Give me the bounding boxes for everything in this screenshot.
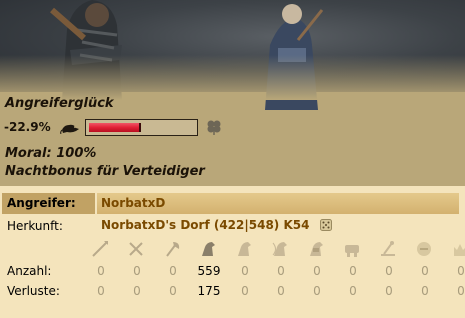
spear-icon [90,239,112,259]
unit-count-cell: 0 [133,264,141,278]
unit-icons-row [2,239,465,261]
unit-loss-cell: 0 [241,284,249,298]
origin-label: Herkunft: [7,219,63,233]
unit-loss-cell: 0 [385,284,393,298]
unit-loss-cell: 0 [421,284,429,298]
unit-loss-cell: 0 [133,284,141,298]
unit-count-cell: 0 [385,264,393,278]
unit-count-cell: 0 [241,264,249,278]
unit-loss-cell: 0 [169,284,177,298]
sword-icon [126,239,148,259]
count-row: Anzahl: 0 0 0 559 0 0 0 0 0 0 0 [2,264,465,282]
moral-text: Moral: 100% [5,146,97,161]
unit-count-cell: 559 [197,264,221,278]
luck-title: Angreiferglück [5,96,114,111]
luck-bar-fill [89,123,141,132]
scene-fade [0,55,465,100]
luck-row: -22.9% [4,118,244,138]
bad-luck-rat-icon [60,124,79,134]
unit-count-cell: 0 [421,264,429,278]
mounted-archer-icon [270,239,292,259]
light-cavalry-icon [234,239,256,259]
good-luck-clover-icon [207,120,221,135]
nobleman-icon [450,239,465,259]
unit-count-cell: 0 [97,264,105,278]
unit-loss-cell: 175 [197,284,221,298]
loss-row: Verluste: 0 0 0 175 0 0 0 0 0 0 0 [2,284,465,302]
unit-count-cell: 0 [349,264,357,278]
luck-bar [85,119,198,136]
heavy-cavalry-icon [306,239,328,259]
unit-count-cell: 0 [277,264,285,278]
ram-icon [342,239,364,259]
count-label: Anzahl: [7,264,52,278]
unit-loss-cell: 0 [313,284,321,298]
loss-label: Verluste: [7,284,60,298]
unit-count-cell: 0 [313,264,321,278]
unit-loss-cell: 0 [97,284,105,298]
unit-loss-cell: 0 [349,284,357,298]
scout-icon [198,239,220,259]
luck-banner: Angreiferglück -22.9% Moral: 100% Nachtb… [0,0,465,186]
attacker-player-link[interactable]: NorbatxD [97,193,459,214]
unit-loss-cell: 0 [457,284,465,298]
unit-count-cell: 0 [169,264,177,278]
attacker-panel: Angreifer: NorbatxD Herkunft: NorbatxD's… [2,193,465,303]
unit-count-cell: 0 [457,264,465,278]
catapult-icon [378,239,400,259]
attacker-label: Angreifer: [2,193,95,214]
axe-icon [162,239,184,259]
night-bonus-text: Nachtbonus für Verteidiger [5,164,205,179]
origin-village-link[interactable]: NorbatxD's Dorf (422|548) K54 [101,218,309,232]
luck-percent: -22.9% [4,120,51,134]
paladin-icon [414,239,436,259]
unit-loss-cell: 0 [277,284,285,298]
dice-icon[interactable] [320,219,332,231]
